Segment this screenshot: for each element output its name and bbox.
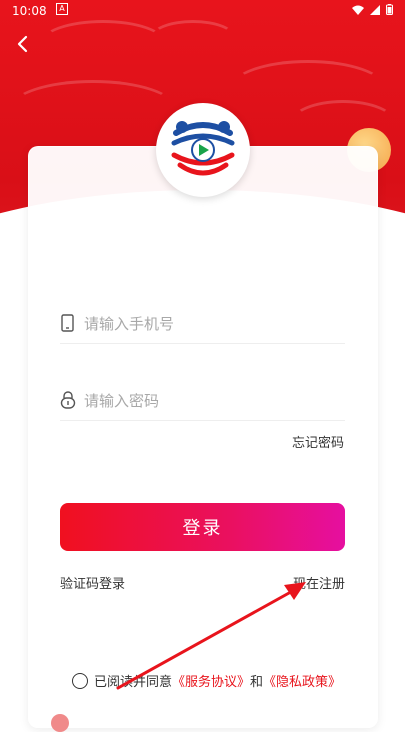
chevron-left-icon: [17, 35, 28, 53]
password-field: [60, 380, 345, 421]
forgot-password-link[interactable]: 忘记密码: [292, 432, 344, 451]
phone-icon: [61, 314, 74, 332]
back-button[interactable]: [12, 32, 36, 56]
battery-icon: [386, 4, 393, 15]
agreement-checkbox[interactable]: [72, 672, 88, 689]
cloud-pattern: [150, 20, 236, 56]
tiger-logo-icon: [171, 121, 235, 176]
agreement-row: 已阅读并同意 《服务协议》 和 《隐私政策》: [72, 671, 341, 690]
app-logo: [156, 103, 250, 197]
privacy-policy-link[interactable]: 《隐私政策》: [263, 671, 341, 690]
phone-field: [60, 303, 345, 344]
agreement-prefix: 已阅读并同意: [94, 675, 173, 690]
service-agreement-link[interactable]: 《服务协议》: [172, 671, 250, 690]
register-link[interactable]: 现在注册: [293, 573, 345, 592]
lock-icon: [60, 391, 76, 409]
bottom-decoration: [51, 714, 69, 732]
status-time: 10:08: [12, 4, 47, 18]
notification-icon: A: [56, 3, 68, 15]
phone-input[interactable]: [82, 309, 341, 339]
status-bar: 10:08 A: [0, 0, 405, 24]
login-button[interactable]: 登录: [60, 503, 345, 551]
cloud-pattern: [10, 80, 176, 136]
wifi-icon: [352, 5, 364, 15]
signal-icon: [370, 4, 380, 15]
cloud-pattern: [40, 20, 166, 66]
agreement-and: 和: [250, 675, 264, 690]
sms-login-link[interactable]: 验证码登录: [60, 573, 125, 592]
status-icons: [352, 4, 393, 15]
password-input[interactable]: [82, 386, 341, 416]
